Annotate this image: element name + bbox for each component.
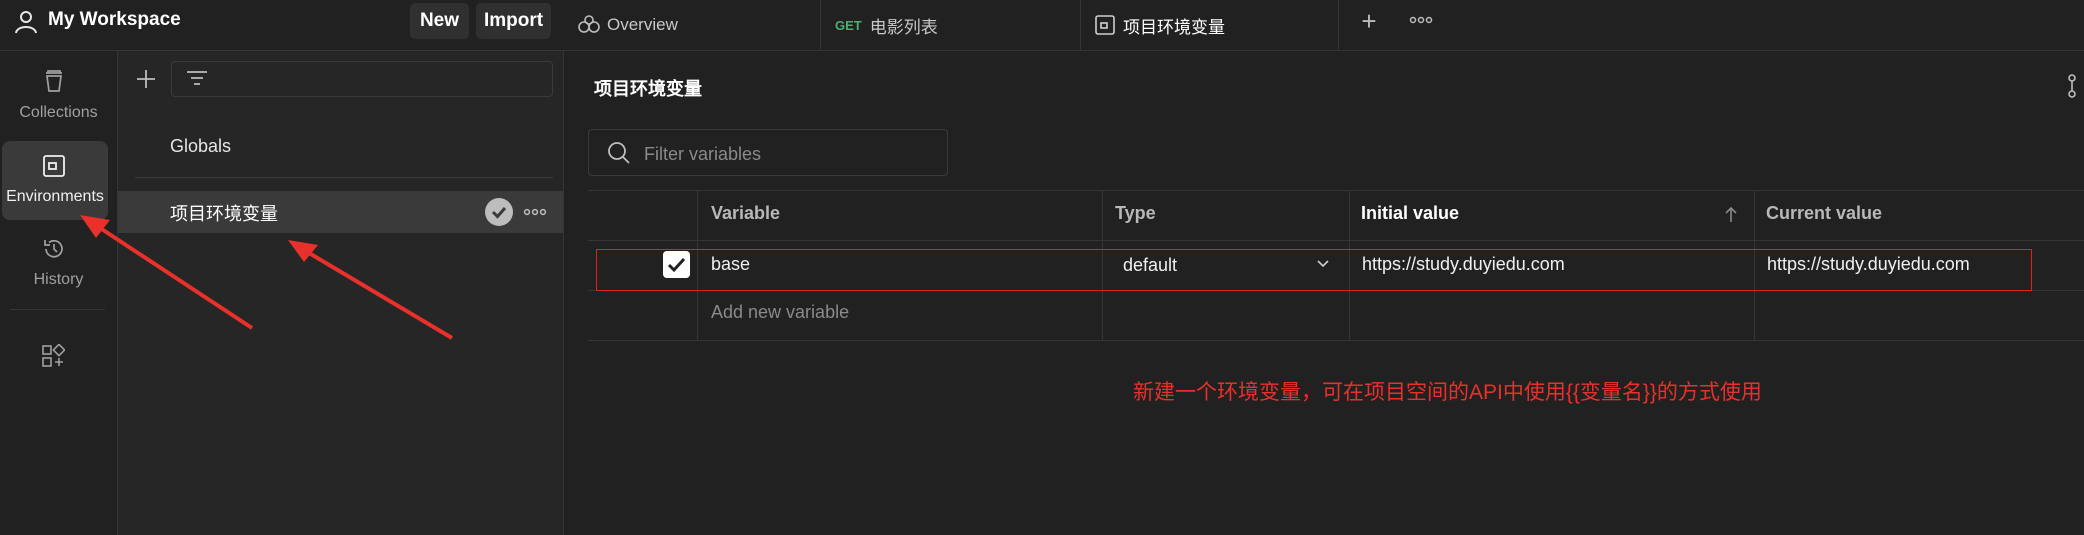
new-tab-plus-icon[interactable]: + — [1354, 6, 1384, 36]
page-title: 项目环境变量 — [594, 79, 702, 99]
tab-label: Overview — [607, 15, 678, 34]
filter-variables-input[interactable] — [642, 139, 936, 169]
filter-icon[interactable] — [184, 69, 210, 89]
tab-overview[interactable]: Overview — [563, 0, 821, 50]
column-header-initial-value[interactable]: Initial value — [1361, 203, 1459, 224]
method-badge: GET — [835, 17, 862, 33]
sidebar-item-collections[interactable]: Collections — [0, 60, 117, 140]
tab-request[interactable]: GET 电影列表 — [821, 0, 1081, 50]
environment-globals[interactable]: Globals — [118, 124, 563, 174]
annotation-highlight-box — [596, 249, 2032, 291]
annotation-text: 新建一个环境变量，可在项目空间的API中使用{{变量名}}的方式使用 — [1133, 381, 1762, 404]
import-button[interactable]: Import — [476, 3, 551, 39]
tab-environment[interactable]: 项目环境变量 — [1081, 0, 1339, 50]
table-border — [588, 340, 2084, 341]
new-button[interactable]: New — [410, 3, 469, 39]
add-environment-icon[interactable] — [133, 66, 159, 92]
collections-icon — [46, 70, 62, 92]
column-header-type[interactable]: Type — [1115, 203, 1156, 224]
user-icon — [15, 11, 37, 34]
fork-icon[interactable] — [2066, 73, 2084, 99]
column-header-current-value[interactable]: Current value — [1766, 203, 1882, 224]
column-header-variable[interactable]: Variable — [711, 203, 780, 224]
sort-arrow-icon[interactable] — [1724, 206, 1738, 224]
workspace-title[interactable]: My Workspace — [48, 8, 181, 32]
sidebar-item-label: Collections — [19, 104, 98, 121]
divider — [135, 177, 553, 178]
table-border — [588, 190, 2084, 191]
search-icon — [608, 142, 630, 164]
tab-label: 项目环境变量 — [1123, 17, 1225, 37]
overview-icon — [578, 15, 600, 33]
annotation-arrows — [80, 215, 454, 340]
environment-label: Globals — [170, 136, 232, 156]
more-options-icon[interactable] — [1408, 10, 1434, 30]
environment-search-input[interactable] — [171, 61, 553, 97]
add-new-variable-input[interactable]: Add new variable — [711, 302, 849, 323]
environment-icon — [1095, 15, 1115, 35]
table-border — [588, 240, 2084, 241]
environments-icon — [43, 155, 65, 177]
tab-label: 电影列表 — [869, 17, 938, 37]
active-check-icon[interactable] — [485, 198, 513, 226]
more-options-icon[interactable] — [522, 204, 548, 220]
